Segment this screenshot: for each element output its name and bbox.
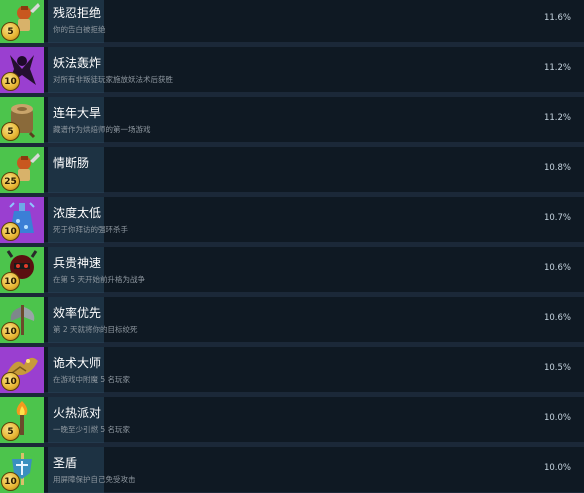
unlock-percentage: 10.0% [543, 463, 571, 473]
badge-points: 5 [1, 22, 20, 41]
badge-points: 10 [1, 372, 20, 391]
unlock-percentage: 10.6% [543, 313, 571, 323]
achievement-title: 火热派对 [53, 406, 102, 420]
achievement-description: 对所有非叛徒玩家施放妖法术后获胜 [53, 75, 173, 84]
badge-points: 10 [1, 272, 20, 291]
achievement-title: 兵贵神速 [53, 256, 102, 270]
achievement-description: 一晚至少引燃 5 名玩家 [53, 425, 131, 434]
achievement-row[interactable]: 5 连年大旱 藏谱作为烘焙师的第一场游戏 11.2% [0, 97, 584, 143]
achievement-title: 圣盾 [53, 456, 78, 470]
achievement-row[interactable]: 10 妖法轰炸 对所有非叛徒玩家施放妖法术后获胜 11.2% [0, 47, 584, 93]
badge-points: 10 [1, 322, 20, 341]
badge-points: 5 [1, 422, 20, 441]
unlock-percentage: 10.0% [543, 413, 571, 423]
achievement-row[interactable]: 10 诡术大师 在游戏中附魔 5 名玩家 10.5% [0, 347, 584, 393]
badge-points: 10 [1, 472, 20, 491]
badge-points: 10 [1, 222, 20, 241]
unlock-percentage: 11.2% [543, 63, 571, 73]
achievement-title: 诡术大师 [53, 356, 102, 370]
achievement-row[interactable]: 25 情断肠 10.8% [0, 147, 584, 193]
achievement-title: 浓度太低 [53, 206, 102, 220]
achievement-title: 残忍拒绝 [53, 6, 102, 20]
achievement-description: 藏谱作为烘焙师的第一场游戏 [53, 125, 151, 134]
achievement-description: 第 2 天就将你的目标绞死 [53, 325, 138, 334]
achievement-row[interactable]: 10 浓度太低 死于你拜访的强环杀手 10.7% [0, 197, 584, 243]
achievement-title: 妖法轰炸 [53, 56, 102, 70]
badge-points: 10 [1, 72, 20, 91]
badge-points: 5 [1, 122, 20, 141]
achievement-row[interactable]: 10 效率优先 第 2 天就将你的目标绞死 10.6% [0, 297, 584, 343]
achievement-description: 用屏障保护自己免受攻击 [53, 475, 136, 484]
achievement-row[interactable]: 5 残忍拒绝 你的告白被拒绝 11.6% [0, 0, 584, 43]
unlock-percentage: 11.2% [543, 113, 571, 123]
achievement-description: 死于你拜访的强环杀手 [53, 225, 128, 234]
unlock-percentage: 11.6% [543, 13, 571, 23]
unlock-percentage: 10.8% [543, 163, 571, 173]
achievement-row[interactable]: 10 兵贵神速 在第 5 天开始前升格为战争 10.6% [0, 247, 584, 293]
achievement-title: 情断肠 [53, 156, 90, 170]
achievement-description: 在第 5 天开始前升格为战争 [53, 275, 146, 284]
unlock-percentage: 10.7% [543, 213, 571, 223]
achievement-description: 在游戏中附魔 5 名玩家 [53, 375, 131, 384]
unlock-percentage: 10.5% [543, 363, 571, 373]
unlock-percentage: 10.6% [543, 263, 571, 273]
achievement-title: 效率优先 [53, 306, 102, 320]
badge-points: 25 [1, 172, 20, 191]
achievement-row[interactable]: 10 圣盾 用屏障保护自己免受攻击 10.0% [0, 447, 584, 493]
achievement-title: 连年大旱 [53, 106, 102, 120]
achievement-description: 你的告白被拒绝 [53, 25, 106, 34]
achievement-row[interactable]: 5 火热派对 一晚至少引燃 5 名玩家 10.0% [0, 397, 584, 443]
